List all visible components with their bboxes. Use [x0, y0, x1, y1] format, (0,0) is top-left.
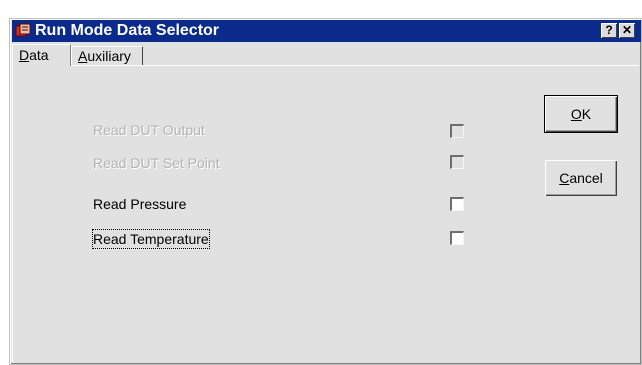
option-read-temperature-checkbox[interactable]	[450, 231, 464, 245]
tab-panel-data: Read DUT Output Read DUT Set Point Read …	[12, 65, 639, 362]
tab-strip: Data Auxiliary	[12, 44, 639, 66]
ok-button[interactable]: OK	[544, 95, 618, 133]
tab-auxiliary-label: uxiliary	[87, 48, 131, 64]
tab-data-mnemonic: D	[19, 47, 30, 63]
dialog-window: Run Mode Data Selector ? ✕ Data Auxiliar…	[9, 18, 642, 365]
app-icon	[15, 23, 31, 37]
help-button[interactable]: ?	[601, 23, 617, 38]
option-read-pressure-label[interactable]: Read Pressure	[93, 195, 186, 213]
window-title: Run Mode Data Selector	[35, 22, 220, 39]
tab-data-label: ata	[29, 47, 49, 63]
option-read-dut-output-checkbox[interactable]	[450, 124, 464, 138]
option-read-temperature-label[interactable]: Read Temperature	[92, 229, 210, 249]
close-button[interactable]: ✕	[619, 23, 635, 38]
ok-button-label: K	[581, 106, 592, 122]
option-read-dut-set-point-label: Read DUT Set Point	[93, 155, 220, 171]
option-read-pressure-checkbox[interactable]	[450, 197, 464, 211]
cancel-button[interactable]: Cancel	[545, 160, 617, 196]
tab-auxiliary-mnemonic: A	[78, 48, 88, 64]
option-read-dut-output-label: Read DUT Output	[93, 122, 205, 138]
tab-data[interactable]: Data	[12, 44, 71, 66]
cancel-button-mnemonic: C	[559, 170, 570, 186]
ok-button-mnemonic: O	[570, 106, 582, 122]
title-bar[interactable]: Run Mode Data Selector ? ✕	[12, 20, 641, 42]
option-read-dut-set-point-checkbox[interactable]	[450, 155, 464, 169]
tab-auxiliary[interactable]: Auxiliary	[71, 46, 143, 66]
cancel-button-label: ancel	[569, 170, 603, 186]
